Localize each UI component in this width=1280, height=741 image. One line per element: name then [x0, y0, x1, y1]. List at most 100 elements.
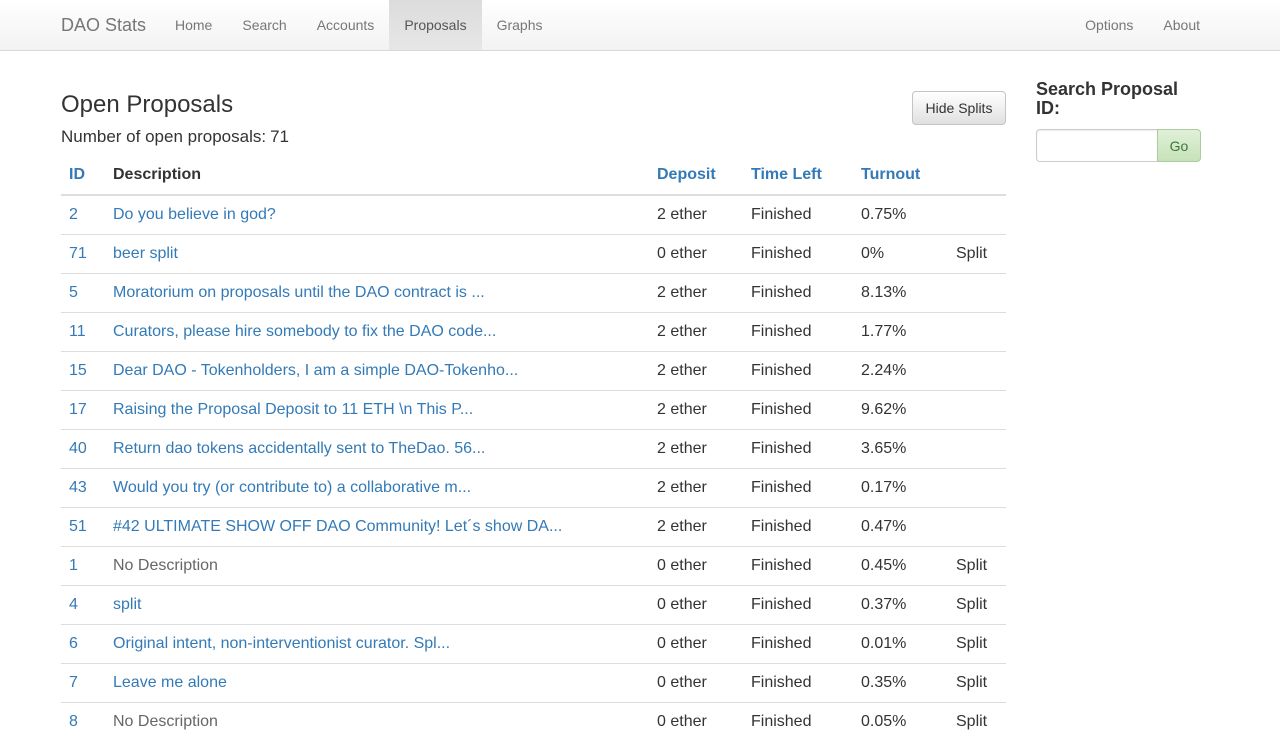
- proposal-id-cell: 11: [61, 311, 105, 351]
- proposals-table: ID Description Deposit Time Left Turnout…: [61, 155, 1006, 741]
- proposal-description-link[interactable]: Original intent, non-interventionist cur…: [113, 635, 450, 652]
- time-left-cell: Finished: [743, 233, 853, 273]
- proposal-description-cell: Dear DAO - Tokenholders, I am a simple D…: [105, 350, 649, 390]
- proposal-id-link[interactable]: 11: [69, 323, 86, 340]
- proposal-id-link[interactable]: 8: [69, 713, 78, 730]
- nav-item-graphs[interactable]: Graphs: [482, 0, 558, 50]
- table-row: 40 Return dao tokens accidentally sent to…: [61, 428, 1006, 468]
- count-label: Number of open proposals:: [61, 127, 267, 146]
- proposal-description-cell: No Description: [105, 701, 649, 741]
- hide-splits-button[interactable]: Hide Splits: [912, 91, 1006, 125]
- turnout-cell: 1.77%: [853, 311, 948, 351]
- time-left-cell: Finished: [743, 389, 853, 429]
- table-row: 1 No Description 0 ether Finished 0.45% Split: [61, 545, 1006, 585]
- proposal-id-link[interactable]: 17: [69, 401, 87, 418]
- time-left-cell: Finished: [743, 428, 853, 468]
- proposal-description-link[interactable]: #42 ULTIMATE SHOW OFF DAO Community! Let…: [113, 518, 562, 535]
- nav-item-about[interactable]: About: [1148, 0, 1215, 50]
- split-cell: Split: [948, 545, 1006, 585]
- proposal-description-cell: split: [105, 584, 649, 624]
- header-description: Description: [105, 155, 649, 196]
- open-proposals-count: Number of open proposals: 71: [61, 127, 289, 147]
- proposal-description-link[interactable]: Dear DAO - Tokenholders, I am a simple D…: [113, 362, 518, 379]
- proposal-description-link[interactable]: Do you believe in god?: [113, 206, 276, 223]
- split-cell: [948, 194, 1006, 234]
- time-left-cell: Finished: [743, 662, 853, 702]
- proposal-id-link[interactable]: 51: [69, 518, 87, 535]
- nav-item-search[interactable]: Search: [227, 0, 301, 50]
- nav-item-options[interactable]: Options: [1070, 0, 1148, 50]
- table-row: 17 Raising the Proposal Deposit to 11 ETH…: [61, 389, 1006, 429]
- proposal-id-cell: 15: [61, 350, 105, 390]
- header-deposit[interactable]: Deposit: [649, 155, 743, 196]
- deposit-cell: 0 ether: [649, 701, 743, 741]
- table-row: 43 Would you try (or contribute to) a col…: [61, 467, 1006, 507]
- proposal-id-link[interactable]: 5: [69, 284, 78, 301]
- brand-link[interactable]: DAO Stats: [61, 0, 146, 50]
- proposal-id-link[interactable]: 7: [69, 674, 78, 691]
- split-cell: [948, 311, 1006, 351]
- header-split: [948, 155, 1006, 196]
- time-left-cell: Finished: [743, 311, 853, 351]
- proposal-description-cell: Moratorium on proposals until the DAO co…: [105, 272, 649, 312]
- go-button[interactable]: Go: [1157, 129, 1201, 162]
- time-left-cell: Finished: [743, 350, 853, 390]
- proposal-id-link[interactable]: 40: [69, 440, 87, 457]
- proposal-description-link[interactable]: Leave me alone: [113, 674, 227, 691]
- header-id[interactable]: ID: [61, 155, 105, 196]
- turnout-cell: 0%: [853, 233, 948, 273]
- proposal-description-link[interactable]: beer split: [113, 245, 178, 262]
- time-left-cell: Finished: [743, 272, 853, 312]
- split-cell: Split: [948, 584, 1006, 624]
- split-cell: Split: [948, 662, 1006, 702]
- proposal-description-link[interactable]: Return dao tokens accidentally sent to T…: [113, 440, 485, 457]
- proposal-id-link[interactable]: 1: [69, 557, 78, 574]
- nav-item-accounts[interactable]: Accounts: [302, 0, 390, 50]
- proposal-id-cell: 8: [61, 701, 105, 741]
- proposal-id-link[interactable]: 4: [69, 596, 78, 613]
- deposit-cell: 2 ether: [649, 194, 743, 234]
- deposit-cell: 2 ether: [649, 506, 743, 546]
- split-cell: [948, 389, 1006, 429]
- table-row: 4 split 0 ether Finished 0.37% Split: [61, 584, 1006, 624]
- split-cell: Split: [948, 701, 1006, 741]
- table-row: 15 Dear DAO - Tokenholders, I am a simple…: [61, 350, 1006, 390]
- proposal-description-link[interactable]: Raising the Proposal Deposit to 11 ETH \…: [113, 401, 473, 418]
- nav-item-home[interactable]: Home: [160, 0, 227, 50]
- turnout-cell: 0.37%: [853, 584, 948, 624]
- deposit-cell: 0 ether: [649, 584, 743, 624]
- deposit-cell: 0 ether: [649, 545, 743, 585]
- header-time-left[interactable]: Time Left: [743, 155, 853, 196]
- header-turnout[interactable]: Turnout: [853, 155, 948, 196]
- proposal-id-link[interactable]: 71: [69, 245, 87, 262]
- proposal-id-cell: 1: [61, 545, 105, 585]
- proposal-id-link[interactable]: 43: [69, 479, 87, 496]
- proposal-id-input[interactable]: [1036, 129, 1157, 162]
- proposal-id-cell: 7: [61, 662, 105, 702]
- split-cell: [948, 272, 1006, 312]
- proposal-id-link[interactable]: 2: [69, 206, 78, 223]
- deposit-cell: 2 ether: [649, 311, 743, 351]
- proposal-description-link[interactable]: Curators, please hire somebody to fix th…: [113, 323, 496, 340]
- proposal-description-cell: Return dao tokens accidentally sent to T…: [105, 428, 649, 468]
- proposal-description-cell: Would you try (or contribute to) a colla…: [105, 467, 649, 507]
- proposal-description-link[interactable]: Would you try (or contribute to) a colla…: [113, 479, 471, 496]
- proposal-id-cell: 40: [61, 428, 105, 468]
- split-cell: [948, 350, 1006, 390]
- table-row: 8 No Description 0 ether Finished 0.05% Split: [61, 701, 1006, 741]
- proposal-description-cell: Raising the Proposal Deposit to 11 ETH \…: [105, 389, 649, 429]
- proposal-id-cell: 2: [61, 194, 105, 234]
- nav-item-proposals[interactable]: Proposals: [389, 0, 482, 50]
- proposal-id-cell: 71: [61, 233, 105, 273]
- time-left-cell: Finished: [743, 506, 853, 546]
- proposal-id-cell: 43: [61, 467, 105, 507]
- proposal-description-link[interactable]: split: [113, 596, 141, 613]
- proposal-id-link[interactable]: 6: [69, 635, 78, 652]
- proposal-description-link[interactable]: Moratorium on proposals until the DAO co…: [113, 284, 485, 301]
- table-row: 11 Curators, please hire somebody to fix …: [61, 311, 1006, 351]
- turnout-cell: 0.17%: [853, 467, 948, 507]
- table-row: 2 Do you believe in god? 2 ether Finished 0.…: [61, 194, 1006, 234]
- proposal-id-link[interactable]: 15: [69, 362, 87, 379]
- count-value: 71: [270, 127, 289, 146]
- table-row: 7 Leave me alone 0 ether Finished 0.35% Split: [61, 662, 1006, 702]
